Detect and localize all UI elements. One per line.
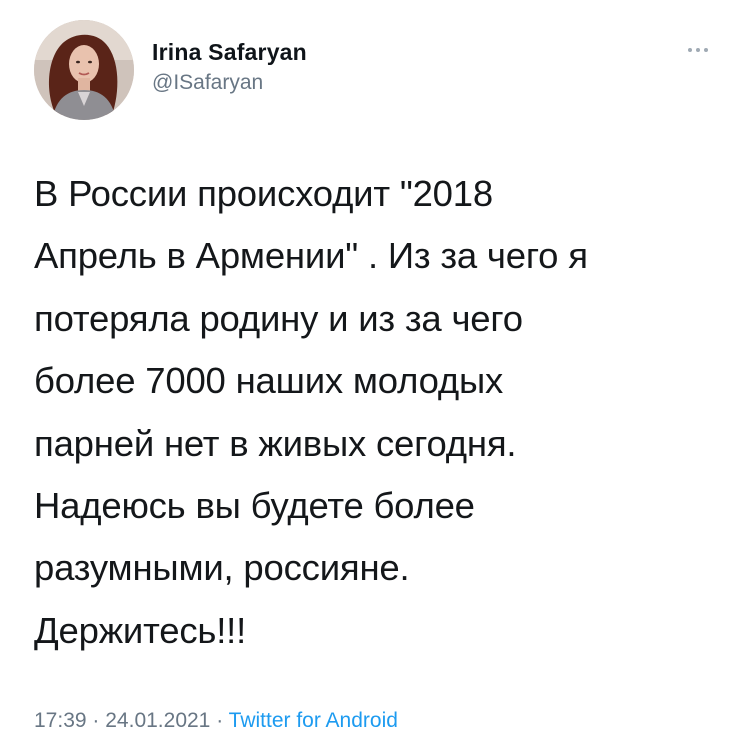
tweet-text: В России происходит "2018 Апрель в Армен… xyxy=(34,173,588,651)
display-name[interactable]: Irina Safaryan xyxy=(152,38,307,66)
profile-photo-icon xyxy=(34,20,134,120)
more-horizontal-icon xyxy=(704,48,708,52)
more-horizontal-icon xyxy=(688,48,692,52)
tweet-time[interactable]: 17:39 xyxy=(34,709,87,732)
tweet-date[interactable]: 24.01.2021 xyxy=(105,709,210,732)
meta-separator: · xyxy=(92,709,100,732)
more-options-button[interactable] xyxy=(678,38,718,62)
more-horizontal-icon xyxy=(696,48,700,52)
tweet-meta: 17:39 · 24.01.2021 · Twitter for Android xyxy=(34,706,398,736)
user-handle[interactable]: @ISafaryan xyxy=(152,68,307,98)
avatar[interactable] xyxy=(34,20,134,120)
meta-separator: · xyxy=(216,709,224,732)
tweet-card: Irina Safaryan @ISafaryan В России проис… xyxy=(0,0,750,746)
user-info[interactable]: Irina Safaryan @ISafaryan xyxy=(152,38,307,98)
tweet-source-link[interactable]: Twitter for Android xyxy=(229,709,398,732)
